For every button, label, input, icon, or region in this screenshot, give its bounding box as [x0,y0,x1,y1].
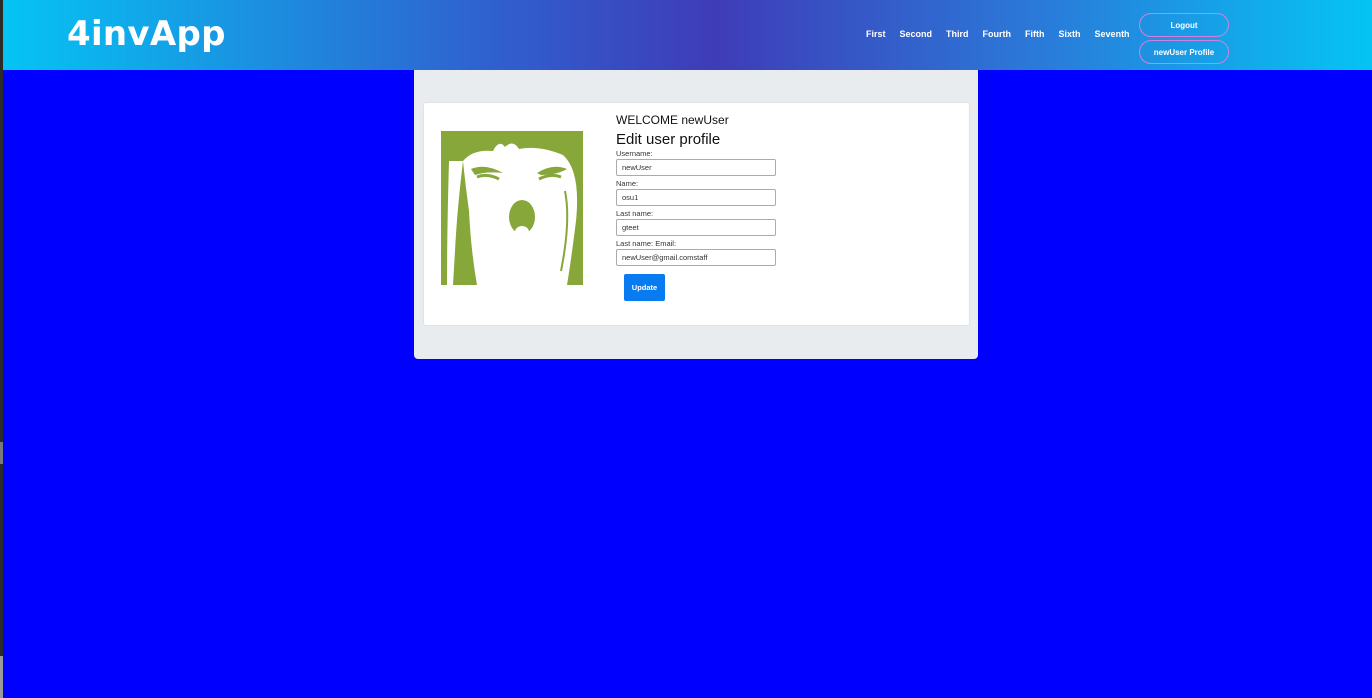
lastname-field[interactable] [616,219,776,236]
avatar [441,131,583,285]
top-navbar: 4invApp First Second Third Fourth Fifth … [3,0,1372,70]
profile-card: WELCOME newUser Edit user profile Userna… [423,102,970,326]
username-label: Username: [616,149,653,158]
nav-link-fourth[interactable]: Fourth [983,29,1012,39]
lastname-label: Last name: [616,209,654,218]
nav-link-second[interactable]: Second [900,29,933,39]
name-label: Name: [616,179,639,188]
email-field[interactable] [616,249,776,266]
email-label: Last name: Email: [616,239,677,248]
page-title: Edit user profile [616,131,721,148]
edge-marker [0,442,3,464]
profile-panel: WELCOME newUser Edit user profile Userna… [414,70,978,359]
window-edge [0,0,3,698]
smiling-face-icon [441,131,583,285]
update-button[interactable]: Update [624,274,665,301]
edge-marker [0,656,3,698]
profile-form: WELCOME newUser Edit user profile Userna… [616,113,816,301]
name-field[interactable] [616,189,776,206]
username-field[interactable] [616,159,776,176]
nav-links: First Second Third Fourth Fifth Sixth Se… [866,29,1144,39]
nav-link-seventh[interactable]: Seventh [1095,29,1130,39]
profile-button[interactable]: newUser Profile [1139,40,1229,64]
nav-link-third[interactable]: Third [946,29,969,39]
nav-link-sixth[interactable]: Sixth [1059,29,1081,39]
nav-link-first[interactable]: First [866,29,886,39]
logout-button[interactable]: Logout [1139,13,1229,37]
nav-link-fifth[interactable]: Fifth [1025,29,1045,39]
brand-logo[interactable]: 4invApp [67,14,226,54]
welcome-text: WELCOME newUser [616,113,729,127]
